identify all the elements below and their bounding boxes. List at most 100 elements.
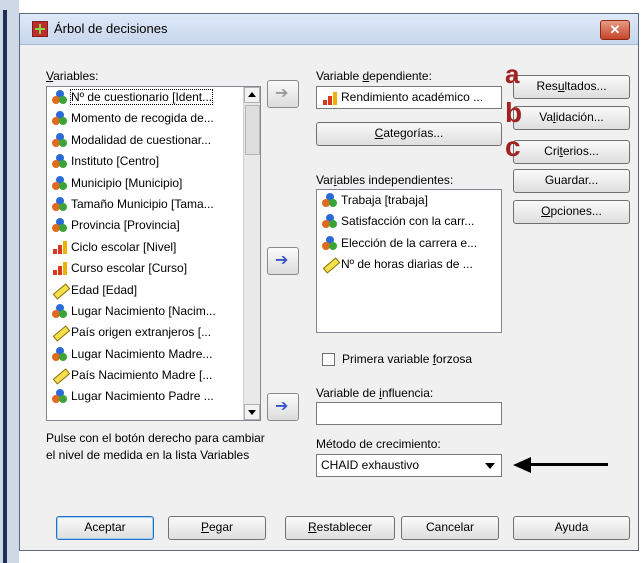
categories-button[interactable]: Categorías... <box>316 122 502 146</box>
list-item[interactable]: Trabaja [trabaja] <box>317 190 501 211</box>
list-item[interactable]: Provincia [Provincia] <box>47 215 260 236</box>
list-item-label: Momento de recogida de... <box>71 111 214 126</box>
list-item[interactable]: Edad [Edad] <box>47 280 260 301</box>
nominal-icon <box>322 214 338 229</box>
list-item[interactable]: Nº de cuestionario [Ident... <box>47 87 260 108</box>
list-item-label: Elección de la carrera e... <box>341 235 478 250</box>
list-item-label: Lugar Nacimiento [Nacim... <box>71 303 216 318</box>
list-item-label: Tamaño Municipio [Tama... <box>71 196 214 211</box>
growth-method-select[interactable]: CHAID exhaustivo <box>316 454 502 477</box>
list-item[interactable]: País origen extranjeros [... <box>47 322 260 343</box>
list-item[interactable]: Municipio [Municipio] <box>47 173 260 194</box>
list-item-label: Municipio [Municipio] <box>71 175 183 190</box>
nominal-icon <box>52 132 68 148</box>
move-to-influence-button[interactable]: ➔ <box>267 393 299 421</box>
nominal-icon <box>52 218 68 233</box>
variables-listbox[interactable]: Nº de cuestionario [Ident... Momento de r… <box>46 86 261 421</box>
list-item[interactable]: Nº de horas diarias de ... <box>317 254 501 275</box>
nominal-icon <box>52 111 68 126</box>
dialog-title: Árbol de decisiones <box>54 21 168 36</box>
cancel-button[interactable]: Cancelar <box>401 516 499 540</box>
right-arrow-icon: ➔ <box>275 398 289 415</box>
chevron-down-icon <box>485 463 495 469</box>
ordinal-icon <box>52 261 68 276</box>
paste-button[interactable]: Pegar <box>168 516 266 540</box>
force-first-checkbox[interactable] <box>322 353 335 366</box>
move-to-independent-button[interactable]: ➔ <box>267 247 299 275</box>
list-item[interactable]: Curso escolar [Curso] <box>47 258 260 279</box>
desktop-frame-bottom <box>19 553 641 563</box>
scroll-up-icon <box>248 92 256 97</box>
independents-label: Variables independientes: <box>316 173 454 187</box>
independents-listbox[interactable]: Trabaja [trabaja] Satisfacción con la car… <box>316 189 502 333</box>
nominal-icon <box>52 346 68 362</box>
list-item[interactable]: Ciclo escolar [Nivel] <box>47 237 260 258</box>
scroll-down-icon <box>248 410 256 415</box>
results-button[interactable]: Resultados... <box>513 75 630 99</box>
accept-button[interactable]: Aceptar <box>56 516 154 540</box>
move-to-dependent-button[interactable]: ➔ <box>267 80 299 108</box>
right-arrow-icon: ➔ <box>275 252 289 269</box>
nominal-icon <box>52 175 68 191</box>
nominal-icon <box>52 154 68 169</box>
list-item-label: Lugar Nacimiento Madre... <box>71 346 213 361</box>
list-item[interactable]: Modalidad de cuestionar... <box>47 130 260 151</box>
reset-button[interactable]: Restablecer <box>285 516 395 540</box>
measure-level-note: Pulse con el botón derecho para cambiar … <box>46 431 265 462</box>
variables-label: Variables: <box>46 69 99 83</box>
close-button[interactable]: ✕ <box>600 20 630 40</box>
growth-method-label: Método de crecimiento: <box>316 437 441 451</box>
scroll-up-button[interactable] <box>244 87 260 103</box>
nominal-icon <box>52 303 68 319</box>
list-item-label: Curso escolar [Curso] <box>71 261 188 276</box>
list-item[interactable]: Lugar Nacimiento Madre... <box>47 344 260 365</box>
dependent-value: Rendimiento académico ... <box>341 90 484 104</box>
nominal-icon <box>322 193 338 208</box>
list-item-label: Satisfacción con la carr... <box>341 214 475 229</box>
title-bar: Árbol de decisiones ✕ <box>20 14 638 45</box>
criteria-button[interactable]: Criterios... <box>513 140 630 164</box>
ordinal-icon <box>52 240 68 255</box>
growth-method-value: CHAID exhaustivo <box>321 458 420 472</box>
nominal-icon <box>52 196 68 212</box>
scale-icon <box>52 325 71 342</box>
scale-icon <box>322 257 341 274</box>
list-item[interactable]: País Nacimiento Madre [... <box>47 365 260 386</box>
scroll-thumb[interactable] <box>245 105 260 155</box>
annotation-b: b <box>505 97 523 128</box>
scale-icon <box>52 368 71 385</box>
scroll-down-button[interactable] <box>244 404 260 420</box>
list-item-label: Provincia [Provincia] <box>71 218 180 233</box>
pointer-arrow-shaft <box>529 463 608 466</box>
list-item-label: Instituto [Centro] <box>71 154 160 169</box>
list-item-label: Trabaja [trabaja] <box>341 193 428 207</box>
list-item-label: Nº de horas diarias de ... <box>341 257 473 272</box>
list-item-label: Lugar Nacimiento Padre ... <box>71 389 214 404</box>
list-item[interactable]: Momento de recogida de... <box>47 108 260 129</box>
list-item[interactable]: Tamaño Municipio [Tama... <box>47 194 260 215</box>
list-item[interactable]: Lugar Nacimiento Padre ... <box>47 386 260 407</box>
annotation-c: c <box>505 131 521 162</box>
ordinal-icon <box>322 91 338 106</box>
force-first-label: Primera variable forzosa <box>342 352 473 366</box>
list-item[interactable]: Lugar Nacimiento [Nacim... <box>47 301 260 322</box>
save-button[interactable]: Guardar... <box>513 169 630 193</box>
list-item-label: Nº de cuestionario [Ident... <box>69 89 214 105</box>
dependent-label: Variable dependiente: <box>316 69 432 83</box>
list-item[interactable]: Instituto [Centro] <box>47 151 260 172</box>
list-item[interactable]: Elección de la carrera e... <box>317 233 501 254</box>
influence-field[interactable] <box>316 402 502 425</box>
validation-button[interactable]: Validación... <box>513 106 630 130</box>
list-item[interactable]: Satisfacción con la carr... <box>317 211 501 232</box>
dependent-field[interactable]: Rendimiento académico ... <box>316 86 502 109</box>
variables-scrollbar[interactable] <box>243 87 260 420</box>
decision-tree-dialog: Árbol de decisiones ✕ Variables: Nº de c… <box>19 13 639 551</box>
desktop-frame <box>0 0 19 563</box>
help-button[interactable]: Ayuda <box>513 516 630 540</box>
nominal-icon <box>322 235 338 251</box>
list-item-label: Edad [Edad] <box>71 282 138 297</box>
right-arrow-icon: ➔ <box>275 85 289 102</box>
list-item-label: Modalidad de cuestionar... <box>71 132 212 147</box>
nominal-icon <box>52 90 68 105</box>
options-button[interactable]: Opciones... <box>513 200 630 224</box>
